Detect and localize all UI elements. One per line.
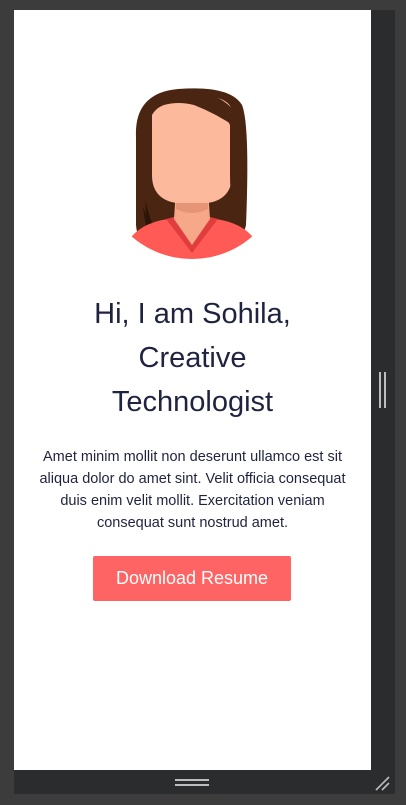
hero-title-line-3: Technologist [111, 386, 274, 418]
horizontal-resize-handle-icon[interactable] [175, 779, 209, 787]
hero-title-line-1: Hi, I am Sohila, [94, 298, 291, 330]
hero-title: Hi, I am Sohila, Creative Technologist [14, 292, 371, 424]
download-resume-button[interactable]: Download Resume [93, 556, 291, 601]
hero-description: Amet minim mollit non deserunt ullamco e… [39, 449, 346, 531]
hero-title-line-2: Creative [138, 342, 247, 374]
vertical-resize-handle-icon[interactable] [379, 372, 387, 408]
corner-resize-grip-icon[interactable] [373, 774, 391, 792]
avatar [120, 88, 264, 259]
